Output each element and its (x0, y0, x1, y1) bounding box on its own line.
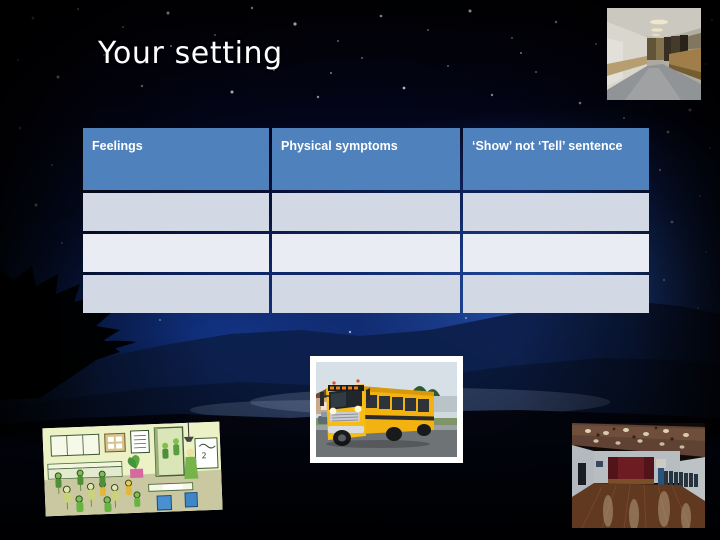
table-cell[interactable] (272, 234, 460, 272)
table-cell[interactable] (83, 193, 269, 231)
column-header-show-not-tell-sentence: ‘Show’ not ‘Tell’ sentence (463, 128, 649, 190)
table-header-row: Feelings Physical symptoms ‘Show’ not ‘T… (83, 128, 649, 190)
table-cell[interactable] (83, 234, 269, 272)
page-title: Your setting (98, 36, 283, 71)
setting-planning-table: Feelings Physical symptoms ‘Show’ not ‘T… (80, 125, 652, 316)
column-header-feelings: Feelings (83, 128, 269, 190)
table-cell[interactable] (463, 275, 649, 313)
table-cell[interactable] (272, 193, 460, 231)
school-hall-photo (572, 423, 705, 528)
table-row[interactable] (83, 275, 649, 313)
svg-text:2: 2 (201, 451, 206, 460)
table-cell[interactable] (272, 275, 460, 313)
table-cell[interactable] (463, 234, 649, 272)
table-row[interactable] (83, 193, 649, 231)
column-header-physical-symptoms: Physical symptoms (272, 128, 460, 190)
classroom-cartoon-illustration: 2 (42, 421, 223, 517)
school-bus-photo (310, 356, 463, 463)
table-cell[interactable] (463, 193, 649, 231)
table-row[interactable] (83, 234, 649, 272)
school-corridor-photo (607, 8, 701, 100)
table-cell[interactable] (83, 275, 269, 313)
slide-canvas: Your setting Feelings Physical symptoms … (0, 0, 720, 540)
